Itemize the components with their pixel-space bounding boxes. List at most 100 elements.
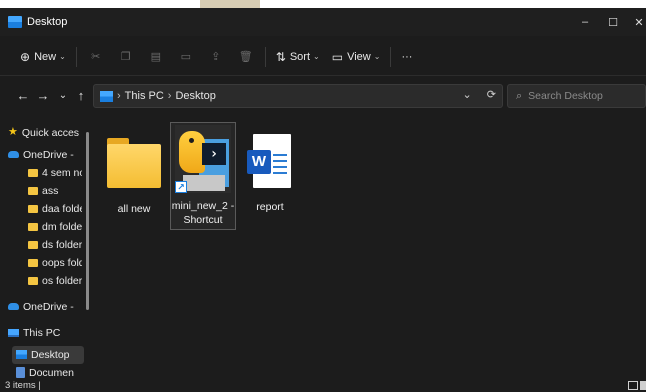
sidebar-item-label: daa folder <box>42 202 82 215</box>
address-controls: ⌄ ⟳ <box>463 88 497 101</box>
share-icon: ⇪ <box>211 51 221 63</box>
folder-icon <box>107 138 161 188</box>
breadcrumb-this-pc[interactable]: This PC <box>125 90 164 102</box>
paste-button[interactable]: ▤ <box>141 44 171 70</box>
sidebar-item-dm-folder[interactable]: dm folder <box>28 218 82 235</box>
folder-icon <box>28 222 38 231</box>
chevron-down-icon: ⌄ <box>59 52 66 61</box>
sidebar-item-os-folder[interactable]: os folder <box>28 272 82 289</box>
title-bar: Desktop – ☐ ✕ <box>0 8 646 36</box>
cloud-icon <box>8 303 19 310</box>
folder-icon <box>28 240 38 249</box>
sidebar-item-onedrive-2[interactable]: OneDrive - <box>8 298 88 315</box>
details-view-icon[interactable] <box>628 381 638 390</box>
sidebar-item-label: Documen <box>29 366 74 379</box>
more-options-button[interactable]: ··· <box>395 44 418 70</box>
search-input[interactable] <box>528 90 639 102</box>
shortcut-arrow-icon: ↗ <box>175 181 187 193</box>
breadcrumb-separator: › <box>117 90 121 102</box>
folder-icon <box>28 186 38 195</box>
sort-arrows-icon: ⇅ <box>275 49 286 64</box>
address-dropdown-chevron-icon[interactable]: ⌄ <box>463 89 472 101</box>
sidebar-item-desktop[interactable]: Desktop <box>16 346 84 363</box>
share-button[interactable]: ⇪ <box>201 44 231 70</box>
new-label: New <box>34 50 57 63</box>
sort-button[interactable]: ⇅ Sort ⌄ <box>270 44 326 70</box>
refresh-icon[interactable]: ⟳ <box>487 89 496 101</box>
search-icon: ⌕ <box>516 89 523 102</box>
folder-icon <box>28 168 38 177</box>
python-file-icon: › ↗ <box>173 125 233 197</box>
sidebar-item-label: oops folde <box>42 256 82 269</box>
cut-button[interactable]: ✂ <box>81 44 111 70</box>
sidebar-item-documents[interactable]: Documen <box>16 364 84 380</box>
sidebar-item-label: 4 sem not <box>42 166 82 179</box>
plus-circle-icon: ⊕ <box>20 49 31 64</box>
breadcrumb-separator: › <box>167 90 172 102</box>
large-icons-view-icon[interactable] <box>640 381 646 390</box>
delete-button[interactable]: 🗑 <box>231 44 261 70</box>
toolbar-divider <box>75 46 77 67</box>
sidebar-item-label: dm folder <box>42 220 82 233</box>
recent-locations-chevron-icon[interactable]: ⌄ <box>54 86 72 106</box>
trash-icon: 🗑 <box>238 51 253 63</box>
up-arrow-icon[interactable]: ↑ <box>72 86 90 106</box>
close-button[interactable]: ✕ <box>624 8 646 36</box>
sidebar-item-onedrive[interactable]: OneDrive - <box>8 146 88 163</box>
file-name: mini_new_2 - Shortcut <box>171 200 235 226</box>
cloud-icon <box>8 151 19 158</box>
search-box[interactable]: ⌕ <box>507 84 646 108</box>
pc-icon <box>8 328 19 337</box>
word-document-icon: W <box>247 134 293 190</box>
sidebar-item-quick-access[interactable]: ★ Quick acces <box>8 124 88 141</box>
star-icon: ★ <box>8 126 18 138</box>
view-label: View <box>347 50 371 63</box>
file-name: report <box>256 201 284 213</box>
folder-icon <box>28 204 38 213</box>
desktop-location-icon <box>100 90 113 102</box>
address-bar[interactable]: › This PC › Desktop ⌄ ⟳ <box>93 84 503 108</box>
sort-label: Sort <box>289 50 311 63</box>
navigation-pane: ★ Quick acces OneDrive - 4 sem not ass d… <box>0 118 92 380</box>
document-icon <box>16 367 25 378</box>
sidebar-item-label: OneDrive - <box>23 300 74 313</box>
file-item-report[interactable]: W report <box>238 128 302 214</box>
folder-icon <box>28 258 38 267</box>
view-layout-icon: ▭ <box>331 49 344 64</box>
rename-icon: ▭ <box>180 51 191 63</box>
sidebar-item-ass[interactable]: ass <box>28 182 82 199</box>
file-item-all-new[interactable]: all new <box>102 128 166 216</box>
minimize-button[interactable]: – <box>570 8 600 36</box>
folder-window-icon <box>8 16 22 28</box>
item-count: 3 items | <box>5 380 41 391</box>
background-decoration <box>200 0 260 8</box>
command-bar: ⊕ New ⌄ ✂ ❐ ▤ ▭ ⇪ 🗑 ⇅ Sort ⌄ ▭ View ⌄ ··… <box>0 38 646 76</box>
sidebar-item-label: ass <box>42 184 59 197</box>
sidebar-item-daa-folder[interactable]: daa folder <box>28 200 82 217</box>
sidebar-item-label: Quick acces <box>21 126 80 139</box>
forward-arrow-icon[interactable]: → <box>34 86 52 106</box>
copy-button[interactable]: ❐ <box>111 44 141 70</box>
rename-button[interactable]: ▭ <box>171 44 201 70</box>
toolbar-divider <box>390 46 392 67</box>
toolbar-divider <box>264 46 266 67</box>
sidebar-item-ds-folder[interactable]: ds folder <box>28 236 82 253</box>
view-button[interactable]: ▭ View ⌄ <box>326 44 387 70</box>
copy-icon: ❐ <box>120 51 131 63</box>
breadcrumb-desktop[interactable]: Desktop <box>175 90 215 102</box>
file-item-mini-new-2-shortcut[interactable]: › ↗ mini_new_2 - Shortcut <box>170 122 236 230</box>
file-explorer-window: Desktop – ☐ ✕ ⊕ New ⌄ ✂ ❐ ▤ ▭ ⇪ 🗑 ⇅ Sort… <box>0 8 646 392</box>
sidebar-item-label: This PC <box>23 326 61 339</box>
file-list: all new › ↗ mini_new_2 - Shortcut W repo… <box>96 118 636 380</box>
new-button[interactable]: ⊕ New ⌄ <box>14 44 72 70</box>
top-background-strip <box>0 0 646 8</box>
sidebar-item-label: Desktop <box>31 348 70 361</box>
back-arrow-icon[interactable]: ← <box>14 86 32 106</box>
sidebar-item-label: os folder <box>42 274 82 287</box>
clipboard-icon: ▤ <box>150 51 161 63</box>
desktop-icon <box>16 350 27 359</box>
sidebar-item-this-pc[interactable]: This PC <box>8 324 88 341</box>
sidebar-item-label: OneDrive - <box>23 148 74 161</box>
sidebar-item-4-sem-notes[interactable]: 4 sem not <box>28 164 82 181</box>
sidebar-item-oops-folder[interactable]: oops folde <box>28 254 82 271</box>
